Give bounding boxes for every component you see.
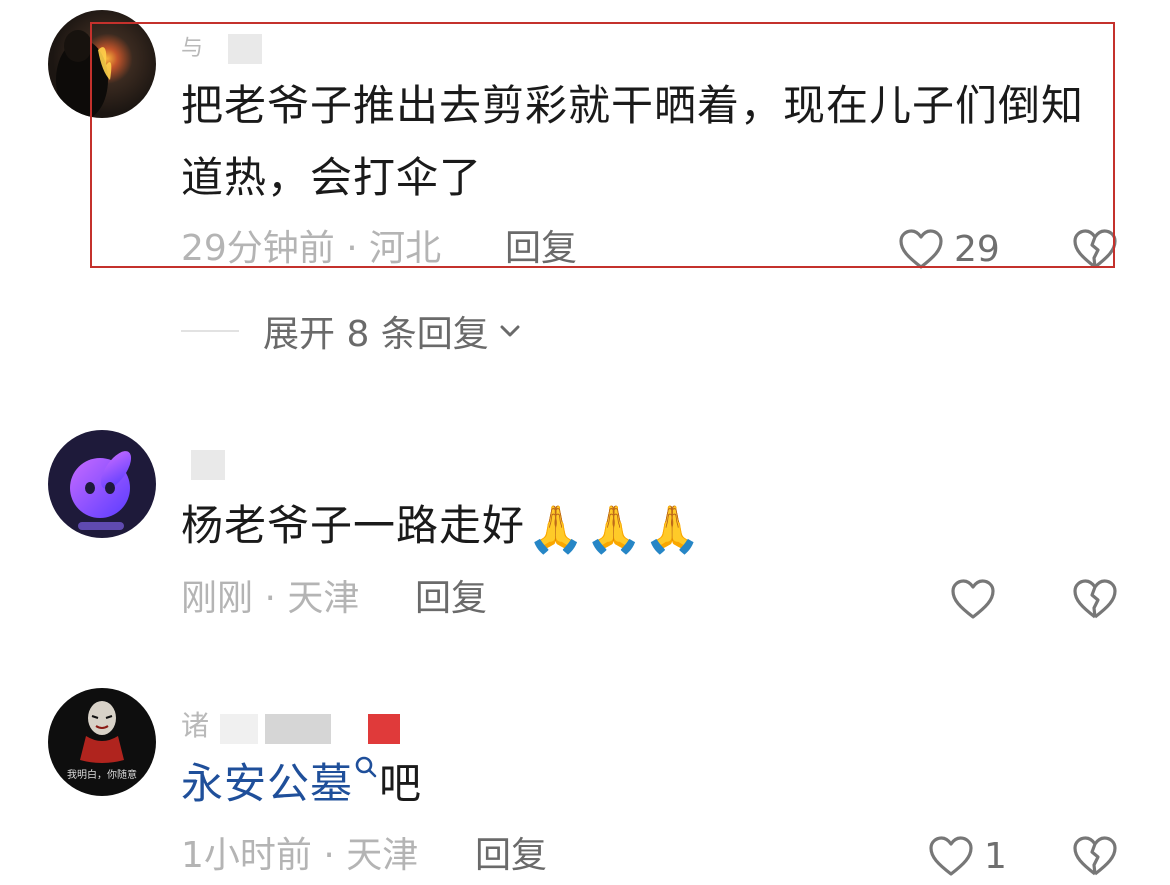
heart-outline-icon bbox=[899, 229, 943, 269]
blurred-username bbox=[265, 714, 332, 744]
avatar-caption: 我明白，你随意 bbox=[67, 770, 137, 781]
like-count: 29 bbox=[954, 228, 1000, 270]
broken-heart-icon bbox=[1073, 579, 1117, 619]
reply-button[interactable]: 回复 bbox=[475, 831, 547, 881]
praying-hands-emoji: 🙏🙏🙏 bbox=[527, 501, 702, 556]
user-badge bbox=[368, 714, 401, 744]
blurred-username bbox=[191, 450, 225, 480]
avatar[interactable]: 我明白，你随意 bbox=[48, 688, 156, 796]
comment-text: 永安公墓 吧 bbox=[181, 748, 422, 820]
dislike-button[interactable] bbox=[1072, 831, 1118, 881]
avatar[interactable] bbox=[48, 10, 156, 118]
like-button[interactable]: 1 bbox=[928, 831, 1007, 881]
blurred-username bbox=[228, 34, 263, 64]
divider-line bbox=[181, 330, 239, 332]
broken-heart-icon bbox=[1073, 229, 1117, 269]
reply-button[interactable]: 回复 bbox=[505, 224, 577, 274]
heart-outline-icon bbox=[929, 836, 973, 876]
reply-button[interactable]: 回复 bbox=[415, 574, 487, 624]
comment-3: 我明白，你随意 诸 永安公墓 吧 1小时前 · 天津 回复 1 bbox=[0, 678, 1170, 885]
avatar-image bbox=[56, 30, 112, 118]
like-button[interactable] bbox=[950, 574, 996, 624]
time-location: 刚刚 · 天津 bbox=[181, 578, 360, 619]
comment-text: 杨老爷子一路走好🙏🙏🙏 bbox=[181, 490, 702, 565]
expand-label: 展开 8 条回复 bbox=[263, 314, 489, 355]
username[interactable]: 诸 bbox=[181, 704, 401, 744]
time-location: 29分钟前 · 河北 bbox=[181, 228, 442, 269]
like-count: 1 bbox=[984, 835, 1007, 877]
search-icon[interactable] bbox=[353, 754, 379, 780]
search-link[interactable]: 永安公墓 bbox=[181, 759, 353, 808]
username[interactable]: 与 bbox=[181, 30, 263, 64]
chevron-down-icon bbox=[500, 325, 520, 337]
broken-heart-icon bbox=[1073, 836, 1117, 876]
avatar[interactable] bbox=[48, 430, 156, 538]
expand-replies-button[interactable]: 展开 8 条回复 bbox=[181, 306, 523, 356]
dislike-button[interactable] bbox=[1072, 574, 1118, 624]
comment-1: 与 把老爷子推出去剪彩就干晒着，现在儿子们倒知道热，会打伞了 29分钟前 · 河… bbox=[0, 0, 1170, 355]
avatar-image bbox=[70, 451, 132, 530]
comment-text: 把老爷子推出去剪彩就干晒着，现在儿子们倒知道热，会打伞了 bbox=[181, 81, 1085, 202]
like-button[interactable]: 29 bbox=[898, 224, 1000, 274]
comment-2: 杨老爷子一路走好🙏🙏🙏 刚刚 · 天津 回复 bbox=[0, 420, 1170, 640]
blurred-username bbox=[220, 714, 259, 744]
time-location: 1小时前 · 天津 bbox=[181, 835, 419, 876]
username[interactable] bbox=[181, 450, 225, 480]
heart-outline-icon bbox=[951, 579, 995, 619]
dislike-button[interactable] bbox=[1072, 224, 1118, 274]
